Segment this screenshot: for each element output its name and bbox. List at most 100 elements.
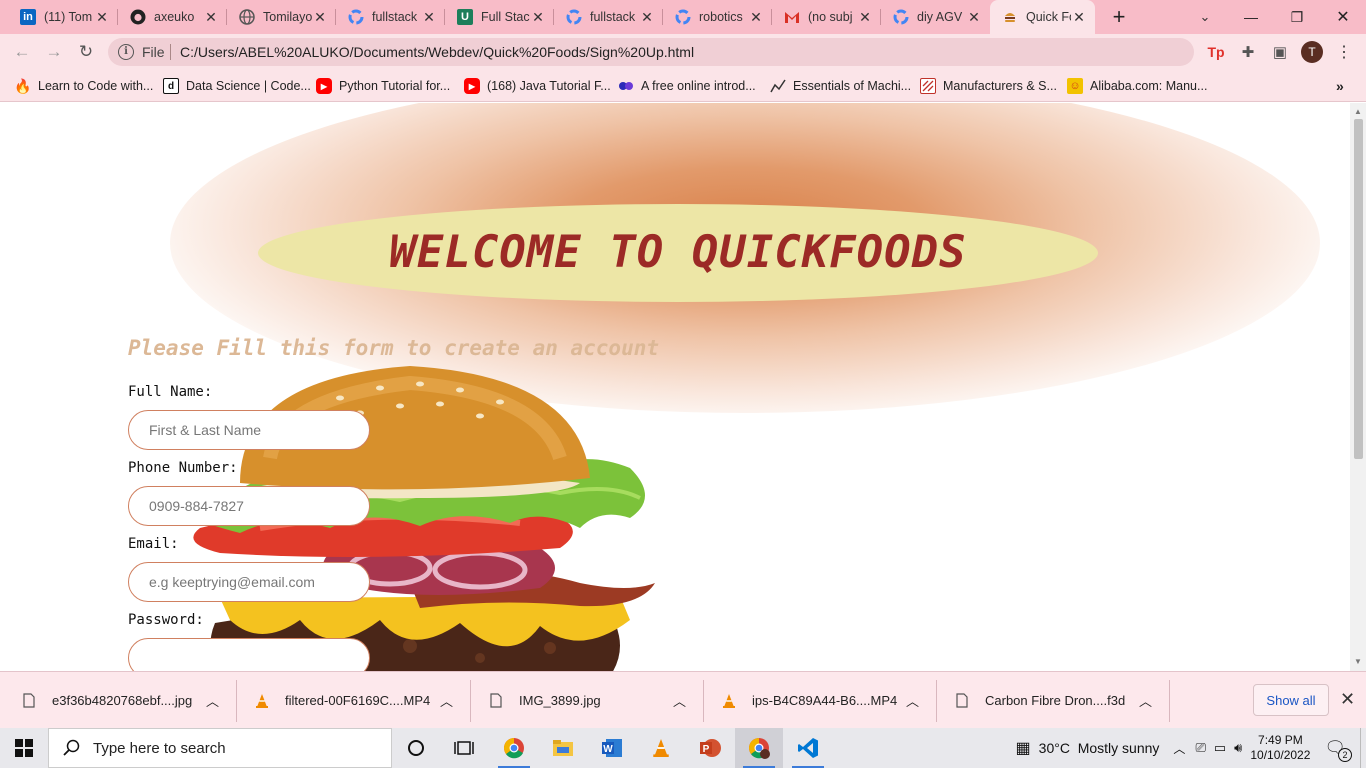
tab-google-fullstack[interactable]: fullstack ✕: [336, 0, 445, 34]
tab-title: Quick Fo: [1026, 10, 1071, 24]
tab-tomilayo[interactable]: Tomilayo ✕: [227, 0, 336, 34]
scroll-up-arrow-icon[interactable]: ▲: [1354, 107, 1362, 116]
download-item[interactable]: e3f36b4820768ebf....jpg: [22, 672, 192, 729]
bookmark-label: Data Science | Code...: [186, 79, 311, 93]
notifications-icon[interactable]: 🗨︎ 2: [1324, 738, 1352, 762]
download-item[interactable]: ips-B4C89A44-B6....MP4: [722, 672, 897, 729]
cortana-icon[interactable]: [392, 728, 440, 768]
start-button[interactable]: [0, 728, 48, 768]
profile-avatar[interactable]: T: [1298, 38, 1326, 66]
windows-logo-icon: [15, 739, 33, 757]
chevron-up-icon[interactable]: ︿: [440, 672, 453, 729]
password-input[interactable]: [128, 638, 370, 671]
scroll-down-arrow-icon[interactable]: ▼: [1354, 657, 1362, 666]
close-downloads-icon[interactable]: ✕: [1340, 689, 1355, 710]
restore-button[interactable]: ❐: [1283, 3, 1311, 31]
close-icon[interactable]: ✕: [966, 9, 982, 26]
bookmark-item[interactable]: d Data Science | Code...: [163, 77, 311, 95]
close-icon[interactable]: ✕: [748, 9, 764, 26]
menu-kebab-icon[interactable]: ⋮: [1330, 38, 1358, 66]
network-icon[interactable]: ▭: [1214, 740, 1226, 756]
taskbar-search[interactable]: Type here to search: [48, 728, 392, 768]
bookmark-item[interactable]: A free online introd...: [618, 77, 756, 95]
bookmarks-overflow-icon[interactable]: »: [1336, 77, 1344, 95]
chevron-up-icon[interactable]: ︿: [1139, 672, 1152, 729]
chart-icon: [770, 78, 786, 94]
chrome-taskbar-icon[interactable]: [490, 728, 538, 768]
tab-google-fullstack-2[interactable]: fullstack ✕: [554, 0, 663, 34]
close-icon[interactable]: ✕: [857, 9, 873, 26]
powerpoint-icon[interactable]: P: [686, 728, 734, 768]
file-explorer-icon[interactable]: [539, 728, 587, 768]
vlc-taskbar-icon[interactable]: [637, 728, 685, 768]
tab-full-stack[interactable]: U Full Stac ✕: [445, 0, 554, 34]
chrome-profile-taskbar-icon[interactable]: [735, 728, 783, 768]
chevron-up-icon[interactable]: ︿: [673, 672, 686, 729]
reload-button[interactable]: ↻: [72, 38, 100, 66]
tray-chevron-up-icon[interactable]: ︿: [1173, 740, 1185, 757]
weather-widget-icon[interactable]: ▦: [1016, 738, 1031, 758]
bookmark-item[interactable]: ▶ Python Tutorial for...: [316, 77, 450, 95]
tab-search-chevron-icon[interactable]: ⌄: [1191, 3, 1219, 31]
task-view-icon[interactable]: [440, 728, 488, 768]
udemy-icon: U: [457, 9, 473, 25]
github-icon: [130, 9, 146, 25]
url-text[interactable]: C:/Users/ABEL%20ALUKO/Documents/Webdev/Q…: [180, 44, 694, 60]
tab-google-diy-agv[interactable]: diy AGV ✕: [881, 0, 990, 34]
close-window-button[interactable]: ✕: [1329, 3, 1357, 31]
tab-gmail[interactable]: (no subj ✕: [772, 0, 881, 34]
tab-google-robotics[interactable]: robotics ✕: [663, 0, 772, 34]
volume-icon[interactable]: 🔊︎: [1234, 740, 1242, 756]
extension-tp-icon[interactable]: Tp: [1202, 38, 1230, 66]
address-bar[interactable]: i File C:/Users/ABEL%20ALUKO/Documents/W…: [108, 38, 1194, 66]
search-icon: [63, 739, 80, 756]
minimize-button[interactable]: —: [1237, 3, 1265, 31]
close-icon[interactable]: ✕: [203, 9, 219, 26]
clock[interactable]: 7:49 PM 10/10/2022: [1250, 733, 1310, 763]
elements-of-ai-icon: [618, 78, 634, 94]
tab-github[interactable]: axeuko ✕: [118, 0, 227, 34]
download-item[interactable]: filtered-00F6169C....MP4: [255, 672, 430, 729]
avatar: T: [1301, 41, 1323, 63]
full-name-input[interactable]: [128, 410, 370, 450]
back-button[interactable]: ←: [8, 38, 36, 66]
bookmark-item[interactable]: ▶ (168) Java Tutorial F...: [464, 77, 611, 95]
close-icon[interactable]: ✕: [312, 9, 328, 26]
extensions-puzzle-icon[interactable]: ✚: [1234, 38, 1262, 66]
notification-count: 2: [1338, 748, 1352, 762]
close-icon[interactable]: ✕: [421, 9, 437, 26]
tab-title: Tomilayo: [263, 10, 312, 24]
close-icon[interactable]: ✕: [1071, 9, 1087, 26]
vscode-icon[interactable]: [784, 728, 832, 768]
tab-linkedin[interactable]: in (11) Tom ✕: [8, 0, 118, 34]
info-icon[interactable]: i: [118, 44, 134, 60]
weather-text[interactable]: 30°C Mostly sunny: [1039, 740, 1160, 756]
download-item[interactable]: IMG_3899.jpg: [489, 672, 601, 729]
show-all-downloads-button[interactable]: Show all: [1253, 684, 1329, 716]
bookmark-item[interactable]: Essentials of Machi...: [770, 77, 911, 95]
close-icon[interactable]: ✕: [530, 9, 546, 26]
burger-favicon-icon: [1002, 9, 1018, 25]
gmail-icon: [784, 9, 800, 25]
forward-button[interactable]: →: [40, 38, 68, 66]
download-filename: ips-B4C89A44-B6....MP4: [752, 693, 898, 708]
close-icon[interactable]: ✕: [639, 9, 655, 26]
bookmark-item[interactable]: Manufacturers & S...: [920, 77, 1057, 95]
word-icon[interactable]: W: [588, 728, 636, 768]
tab-quickfoods-active[interactable]: Quick Fo ✕: [990, 0, 1095, 34]
download-filename: filtered-00F6169C....MP4: [285, 693, 431, 708]
phone-number-input[interactable]: [128, 486, 370, 526]
show-desktop-button[interactable]: [1360, 728, 1366, 768]
download-item[interactable]: Carbon Fibre Dron....f3d: [955, 672, 1125, 729]
email-input[interactable]: [128, 562, 370, 602]
bookmark-item[interactable]: 🔥 Learn to Code with...: [14, 77, 153, 95]
scrollbar-thumb[interactable]: [1354, 119, 1363, 459]
chevron-up-icon[interactable]: ︿: [906, 672, 919, 729]
side-panel-icon[interactable]: ▣: [1266, 38, 1294, 66]
page-scrollbar[interactable]: ▲ ▼: [1350, 103, 1366, 671]
bookmark-item[interactable]: ☺ Alibaba.com: Manu...: [1067, 77, 1207, 95]
chevron-up-icon[interactable]: ︿: [206, 672, 219, 729]
new-tab-button[interactable]: +: [1105, 3, 1133, 31]
close-icon[interactable]: ✕: [94, 9, 110, 26]
meet-now-icon[interactable]: ⎚: [1195, 740, 1205, 756]
